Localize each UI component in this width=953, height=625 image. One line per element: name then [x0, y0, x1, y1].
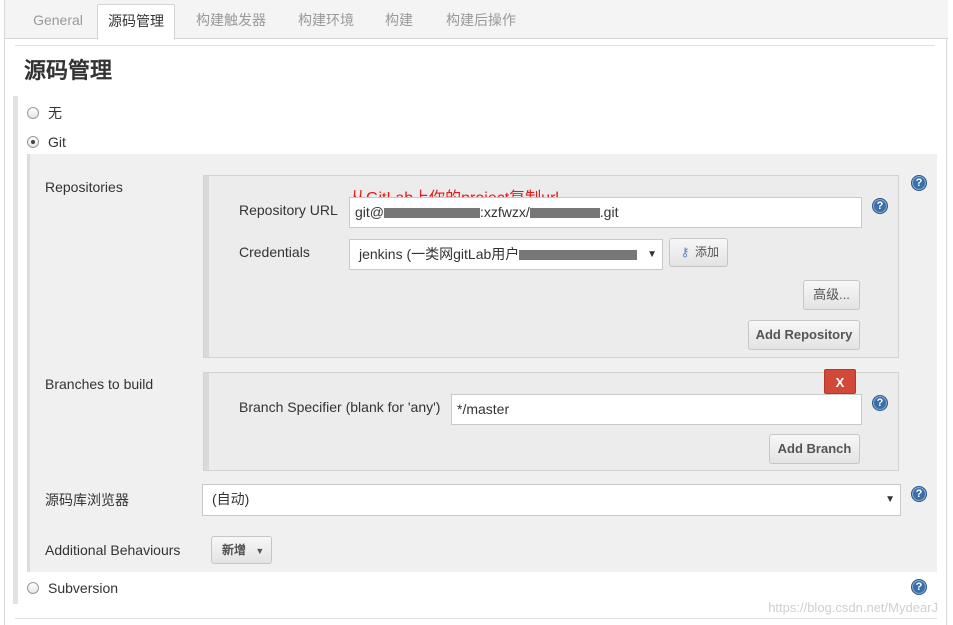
radio-subversion[interactable]	[27, 582, 39, 594]
scm-option-none[interactable]: 无	[27, 103, 62, 123]
add-repository-button[interactable]: Add Repository	[748, 320, 860, 350]
repositories-help-icon[interactable]: ?	[911, 175, 927, 191]
tab-build-triggers[interactable]: 构建触发器	[185, 4, 277, 39]
add-branch-button[interactable]: Add Branch	[769, 434, 860, 464]
tab-general[interactable]: General	[15, 4, 101, 39]
repository-url-help-icon[interactable]: ?	[872, 198, 888, 214]
radio-none-label: 无	[48, 105, 62, 121]
watermark: https://blog.csdn.net/MydearJ	[768, 600, 938, 615]
repository-url-mid: :xzfwzx/	[480, 204, 530, 220]
tab-source-code-management[interactable]: 源码管理	[97, 4, 175, 40]
section-title: 源码管理	[24, 58, 113, 83]
repository-url-suffix: .git	[599, 204, 619, 220]
repository-url-prefix: git@	[355, 204, 384, 220]
tab-build[interactable]: 构建	[375, 4, 423, 39]
branch-panel-bar	[204, 373, 209, 470]
repository-browser-select[interactable]: (自动) ▼	[202, 484, 901, 516]
subversion-help-icon[interactable]: ?	[911, 579, 927, 595]
redacted-project	[529, 208, 600, 219]
page-frame: General 源码管理 构建触发器 构建环境 构建 构建后操作 源码管理 无 …	[4, 0, 948, 625]
scm-option-subversion[interactable]: Subversion	[27, 580, 118, 596]
add-behaviour-label: 新增	[222, 543, 247, 557]
add-behaviour-button[interactable]: 新增 ▼	[211, 536, 272, 564]
scm-option-git[interactable]: Git	[27, 134, 66, 150]
branch-specifier-label: Branch Specifier (blank for 'any')	[239, 399, 441, 415]
radio-git[interactable]	[27, 136, 39, 148]
radio-none[interactable]	[27, 107, 39, 119]
repository-browser-value: (自动)	[212, 491, 250, 507]
repository-panel-bar	[204, 176, 209, 357]
branch-specifier-help-icon[interactable]: ?	[872, 395, 888, 411]
config-tab-bar: General 源码管理 构建触发器 构建环境 构建 构建后操作	[5, 0, 948, 40]
key-icon: ⚷	[680, 245, 690, 259]
chevron-down-icon: ▼	[885, 494, 895, 505]
chevron-down-icon: ▼	[647, 249, 657, 260]
advanced-button[interactable]: 高级...	[803, 280, 860, 310]
redacted-host	[384, 208, 480, 219]
redacted-credential	[519, 250, 638, 261]
repository-browser-help-icon[interactable]: ?	[911, 486, 927, 502]
repository-browser-label: 源码库浏览器	[45, 492, 129, 508]
add-credentials-label: 添加	[695, 245, 720, 259]
tab-build-environment[interactable]: 构建环境	[287, 4, 365, 39]
title-divider	[15, 45, 935, 46]
add-credentials-button[interactable]: ⚷ 添加	[669, 238, 729, 267]
repositories-label: Repositories	[45, 179, 123, 195]
credentials-select[interactable]: jenkins (一类网gitLab用户 ▼	[349, 239, 663, 270]
additional-behaviours-label: Additional Behaviours	[45, 542, 181, 558]
tab-post-build-actions[interactable]: 构建后操作	[433, 4, 529, 39]
bottom-divider	[15, 618, 937, 619]
repository-url-input[interactable]: git@ :xzfwzx/ .git	[349, 197, 862, 228]
credentials-label: Credentials	[239, 244, 310, 260]
delete-branch-button[interactable]: X	[824, 369, 856, 394]
caret-down-icon: ▼	[255, 546, 265, 556]
repository-url-label: Repository URL	[239, 202, 338, 218]
credentials-value: jenkins (一类网gitLab用户	[359, 246, 520, 262]
radio-subversion-label: Subversion	[48, 580, 119, 596]
branches-to-build-label: Branches to build	[45, 376, 154, 392]
radio-git-label: Git	[48, 134, 66, 150]
branch-specifier-input[interactable]: */master	[451, 394, 862, 425]
